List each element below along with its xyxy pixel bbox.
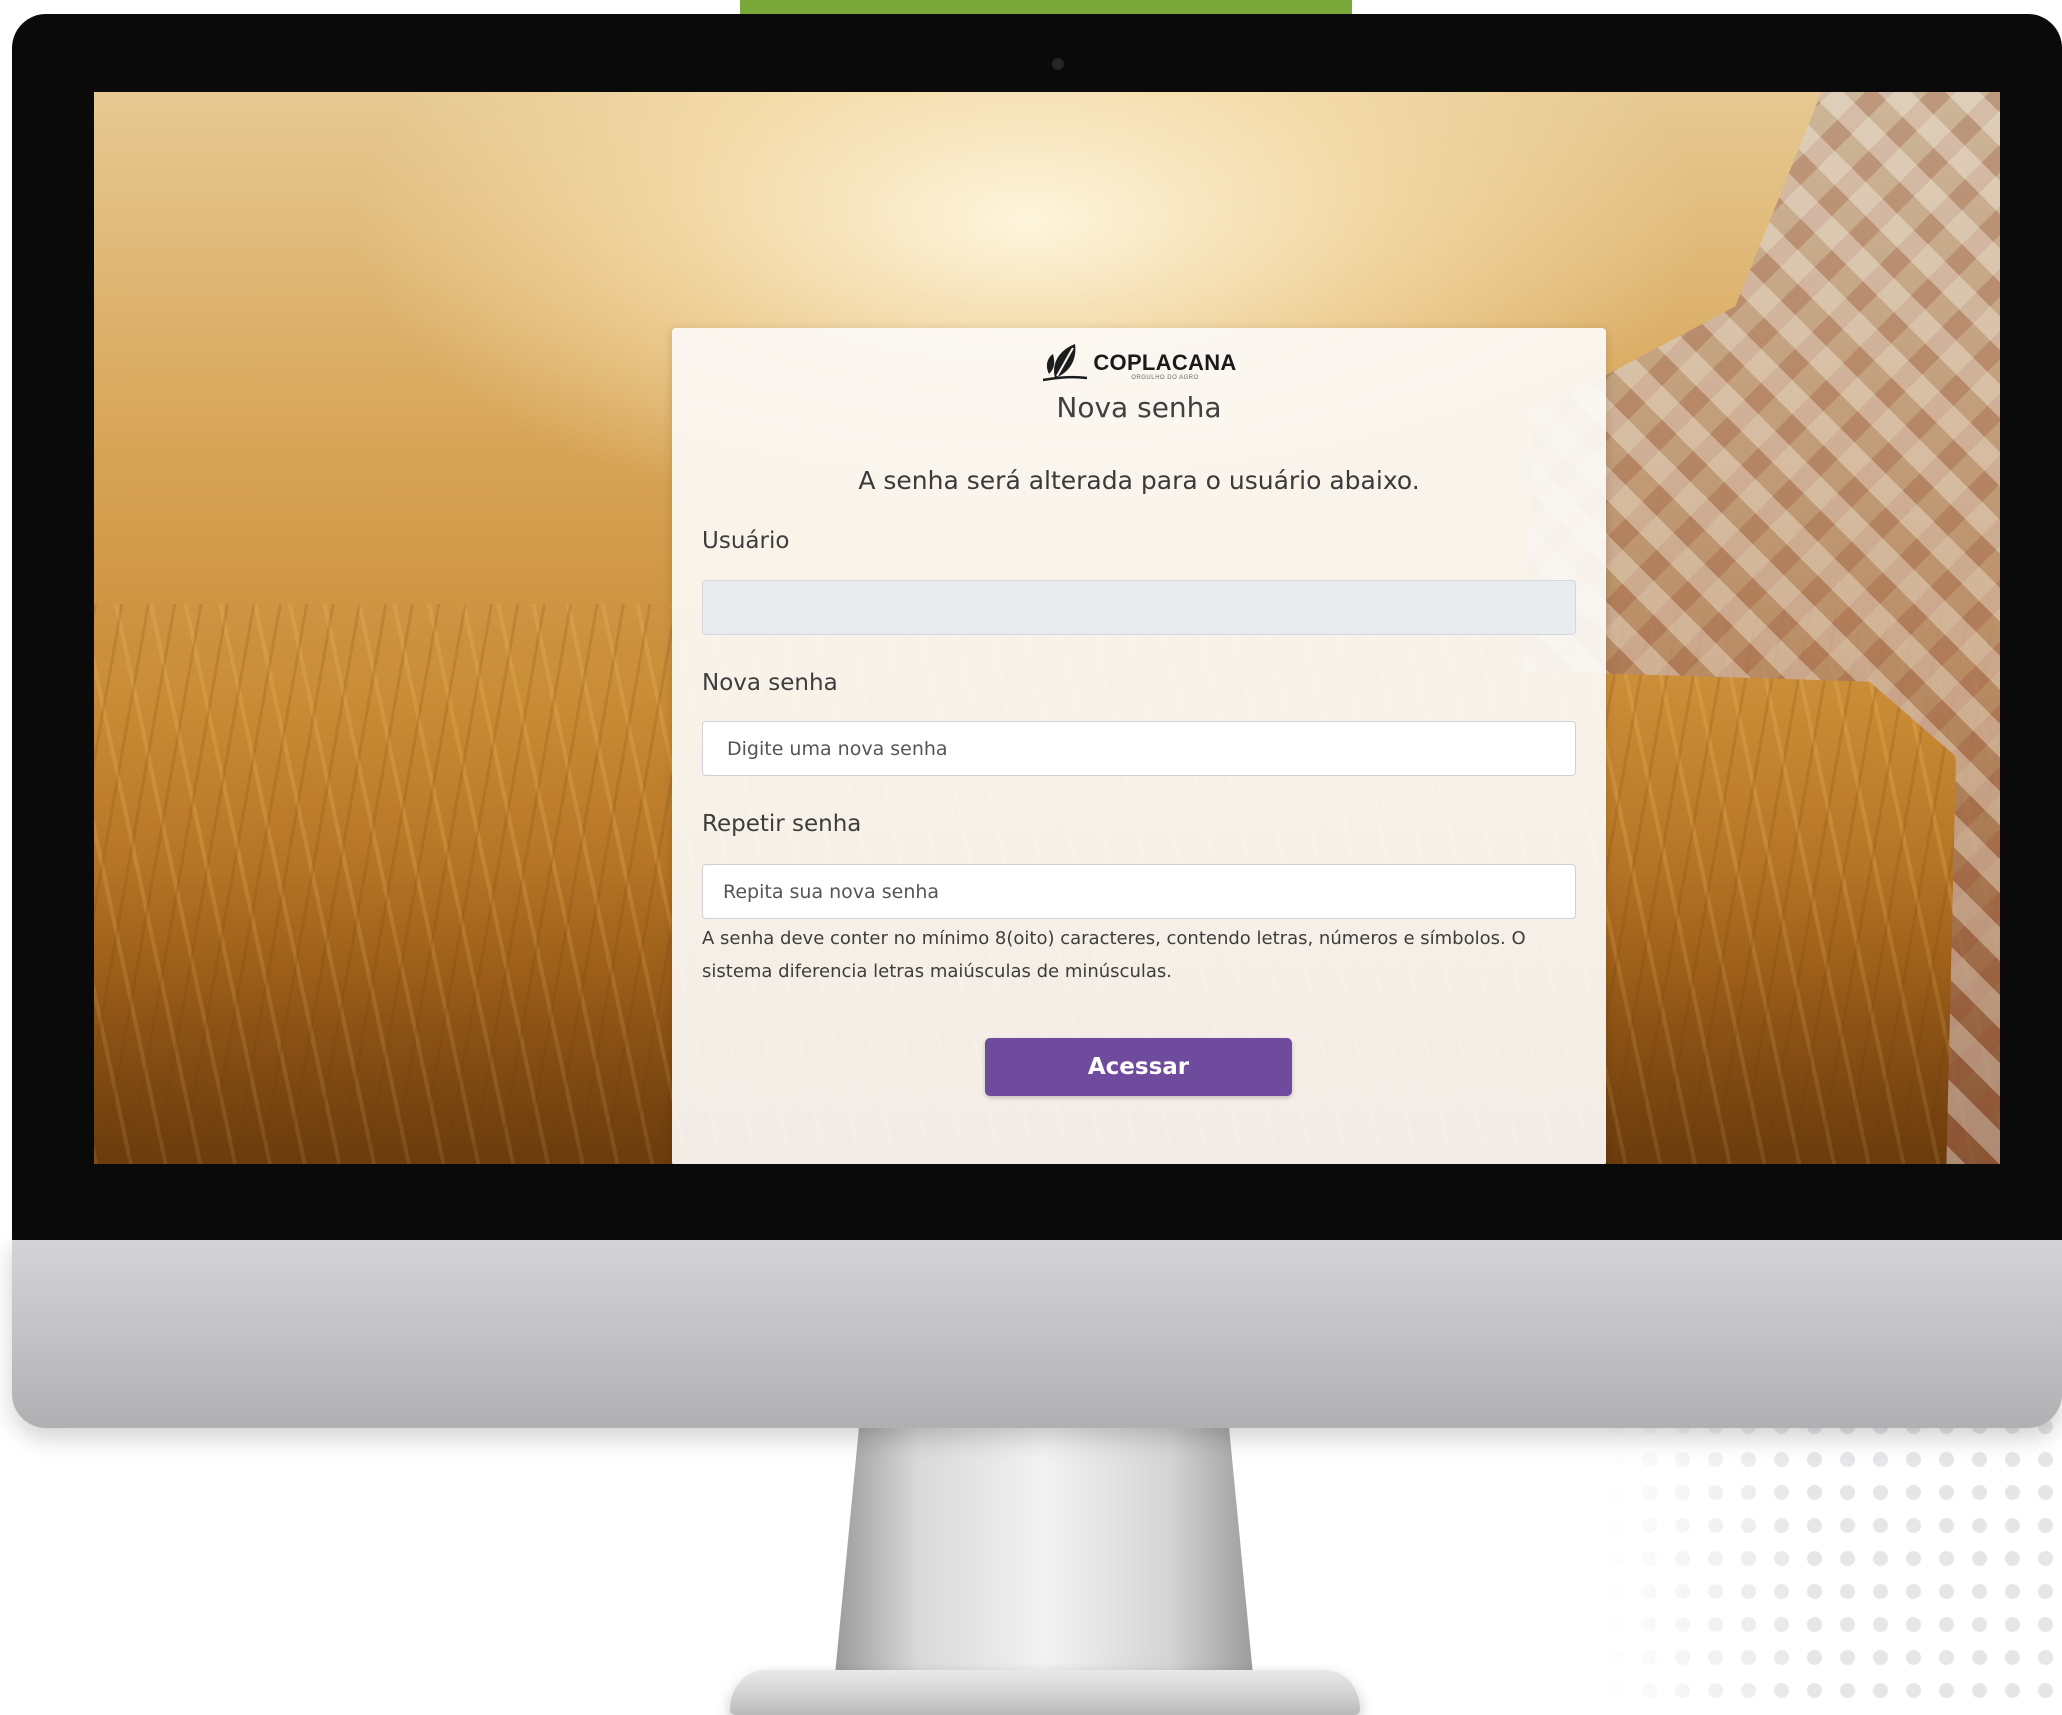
repeat-password-field[interactable] <box>702 864 1576 919</box>
brand-tagline: ORGULHO DO AGRO <box>1131 375 1199 381</box>
brand-name: COPLACANA <box>1093 350 1237 375</box>
monitor-stand-neck <box>834 1425 1254 1685</box>
brand-logo: COPLACANA ORGULHO DO AGRO <box>672 338 1606 398</box>
new-password-label: Nova senha <box>702 670 838 696</box>
new-password-field[interactable] <box>702 721 1576 776</box>
page-subtitle: A senha será alterada para o usuário aba… <box>858 466 1420 495</box>
submit-button[interactable]: Acessar <box>985 1038 1292 1096</box>
monitor-stand-foot <box>730 1670 1360 1715</box>
monitor-screen: COPLACANA ORGULHO DO AGRO Nova senha A s… <box>94 92 2000 1164</box>
monitor-chin <box>12 1238 2062 1428</box>
password-requirements-hint: A senha deve conter no mínimo 8(oito) ca… <box>702 928 1526 982</box>
user-label: Usuário <box>702 528 790 554</box>
password-reset-card: COPLACANA ORGULHO DO AGRO Nova senha A s… <box>672 328 1606 1164</box>
page-title: Nova senha <box>1056 391 1222 424</box>
leaf-logo-icon <box>1043 344 1088 382</box>
camera-icon <box>1052 58 1064 70</box>
repeat-password-label: Repetir senha <box>702 811 862 837</box>
user-field[interactable] <box>702 580 1576 635</box>
dot-pattern-decoration <box>1600 1410 2062 1715</box>
